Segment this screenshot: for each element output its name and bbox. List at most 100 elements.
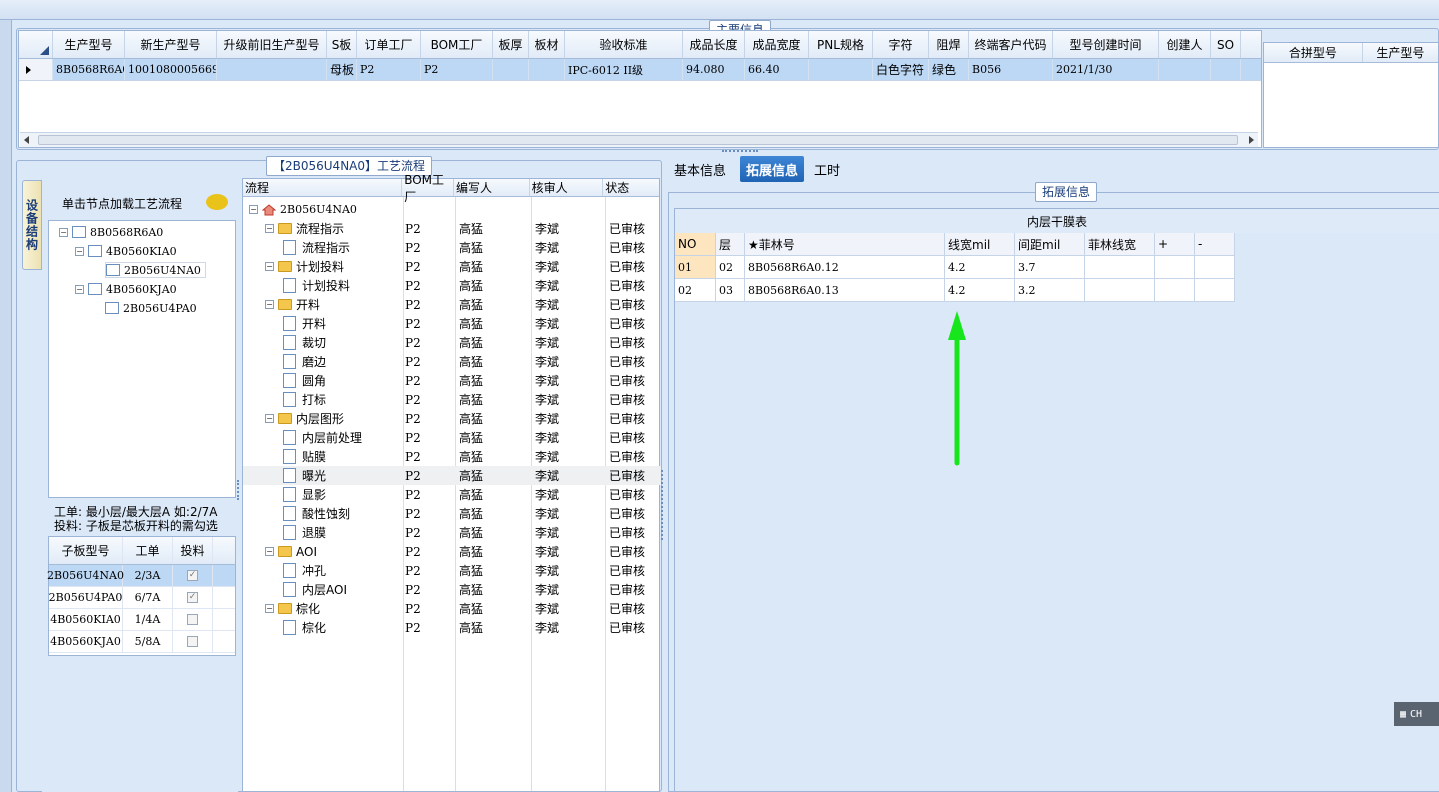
collapse-icon[interactable]: − [265, 262, 274, 271]
col-header-material[interactable]: 板材 [529, 31, 565, 58]
cell-prod-model[interactable]: 8B0568R6A0 [53, 59, 125, 80]
col-header-status[interactable]: 状态 [603, 179, 659, 196]
col-header-line-width[interactable]: 线宽mil [945, 233, 1015, 256]
col-header-thickness[interactable]: 板厚 [493, 31, 529, 58]
cell-line-width[interactable]: 4.2 [945, 279, 1015, 302]
remove-row-button[interactable]: - [1195, 233, 1235, 256]
grid-corner[interactable] [19, 31, 53, 58]
cell-layer[interactable]: 02 [716, 256, 745, 279]
table-row[interactable]: 02 03 8B0568R6A0.13 4.2 3.2 [675, 279, 1235, 302]
table-row[interactable]: 2B056U4NA0 2/3A ✓ [47, 565, 235, 587]
table-row[interactable]: 2B056U4PA0 6/7A ✓ [49, 587, 235, 609]
col-header-layer[interactable]: 层 [716, 233, 745, 256]
col-header-flow[interactable]: 流程 [243, 179, 403, 196]
cell-thickness[interactable] [493, 59, 529, 80]
col-header-order-factory[interactable]: 订单工厂 [357, 31, 421, 58]
cell-no[interactable]: 01 [675, 256, 716, 279]
col-header-sub-model[interactable]: 子板型号 [49, 537, 123, 564]
collapse-icon[interactable]: − [265, 224, 274, 233]
col-header-film-line-width[interactable]: 菲林线宽 [1085, 233, 1155, 256]
collapse-icon[interactable]: − [265, 414, 274, 423]
cell-old-prod-model[interactable] [217, 59, 327, 80]
tree-node-root[interactable]: −8B0568R6A0 [59, 224, 163, 240]
process-step-row[interactable]: 贴膜 P2 高猛 李斌 已审核 [243, 447, 661, 466]
col-header-bom-factory[interactable]: BOM工厂 [421, 31, 493, 58]
process-step-row[interactable]: 退膜 P2 高猛 李斌 已审核 [243, 523, 661, 542]
middle-splitter[interactable] [661, 470, 665, 540]
col-header-new-prod-model[interactable]: 新生产型号 [125, 31, 217, 58]
cell-customer-code[interactable]: B056 [969, 59, 1053, 80]
process-step-row[interactable]: 裁切 P2 高猛 李斌 已审核 [243, 333, 661, 352]
feed-checkbox[interactable]: ✓ [187, 592, 198, 603]
scroll-thumb[interactable] [38, 135, 1238, 145]
process-step-row[interactable]: 流程指示 P2 高猛 李斌 已审核 [243, 238, 661, 257]
cell-line-width[interactable]: 4.2 [945, 256, 1015, 279]
table-row[interactable]: 4B0560KJA0 5/8A [49, 631, 235, 653]
col-header-work-order[interactable]: 工单 [123, 537, 173, 564]
scroll-left-icon[interactable] [24, 136, 29, 144]
left-splitter[interactable] [237, 480, 241, 500]
table-row[interactable]: 4B0560KIA0 1/4A [49, 609, 235, 631]
process-step-row[interactable]: 酸性蚀刻 P2 高猛 李斌 已审核 [243, 504, 661, 523]
col-header-create-time[interactable]: 型号创建时间 [1053, 31, 1159, 58]
process-step-row[interactable]: 磨边 P2 高猛 李斌 已审核 [243, 352, 661, 371]
table-row[interactable]: 01 02 8B0568R6A0.12 4.2 3.7 [675, 256, 1235, 279]
cell-acceptance-std[interactable]: IPC-6012 II级 [565, 59, 683, 80]
col-header-no[interactable]: NO [675, 233, 716, 256]
process-step-row[interactable]: 内层AOI P2 高猛 李斌 已审核 [243, 580, 661, 599]
col-header-old-prod-model[interactable]: 升级前旧生产型号 [217, 31, 327, 58]
col-header-width[interactable]: 成品宽度 [745, 31, 809, 58]
top-splitter[interactable] [722, 150, 758, 154]
col-header-bom-factory[interactable]: BOM工厂 [402, 173, 454, 204]
cell-s-board[interactable]: 母板 [327, 59, 357, 80]
cell-film-no[interactable]: 8B0568R6A0.12 [745, 256, 945, 279]
cell-plus[interactable] [1155, 279, 1195, 302]
cell-layer[interactable]: 03 [716, 279, 745, 302]
process-group-row[interactable]: − 计划投料 P2 高猛 李斌 已审核 [243, 257, 661, 276]
col-header-film-no[interactable]: ★菲林号 [745, 233, 945, 256]
col-header-silkscreen[interactable]: 字符 [873, 31, 929, 58]
col-header-writer[interactable]: 编写人 [454, 179, 530, 196]
tree-node[interactable]: 2B056U4PA0 [105, 300, 197, 316]
cell-spacing[interactable]: 3.7 [1015, 256, 1085, 279]
tree-node-selected[interactable]: 2B056U4NA0 [105, 262, 206, 278]
col-header-acceptance-std[interactable]: 验收标准 [565, 31, 683, 58]
col-header-spacing[interactable]: 间距mil [1015, 233, 1085, 256]
col-header-pnl-spec[interactable]: PNL规格 [809, 31, 873, 58]
process-root-row[interactable]: − 2B056U4NA0 [243, 200, 661, 219]
process-group-row[interactable]: − 棕化 P2 高猛 李斌 已审核 [243, 599, 661, 618]
process-group-row[interactable]: − 开料 P2 高猛 李斌 已审核 [243, 295, 661, 314]
cell-material[interactable] [529, 59, 565, 80]
process-step-row[interactable]: 内层前处理 P2 高猛 李斌 已审核 [243, 428, 661, 447]
structure-tab[interactable]: 设备结构 [22, 180, 42, 270]
cell-minus[interactable] [1195, 279, 1235, 302]
process-step-row[interactable]: 打标 P2 高猛 李斌 已审核 [243, 390, 661, 409]
tree-node[interactable]: −4B0560KJA0 [75, 281, 177, 297]
cell-length[interactable]: 94.080 [683, 59, 745, 80]
feed-checkbox[interactable] [187, 636, 198, 647]
feed-checkbox[interactable]: ✓ [187, 570, 198, 581]
col-header-merge-model[interactable]: 合拼型号 [1264, 43, 1363, 62]
col-header-length[interactable]: 成品长度 [683, 31, 745, 58]
process-step-row[interactable]: 计划投料 P2 高猛 李斌 已审核 [243, 276, 661, 295]
cell-film-line-width[interactable] [1085, 279, 1155, 302]
horizontal-scrollbar[interactable] [20, 132, 1258, 147]
tree-node[interactable]: −4B0560KIA0 [75, 243, 177, 259]
scroll-right-icon[interactable] [1249, 136, 1254, 144]
cell-no[interactable]: 02 [675, 279, 716, 302]
tab-work-hours[interactable]: 工时 [808, 156, 846, 182]
process-step-row[interactable]: 曝光 P2 高猛 李斌 已审核 [243, 466, 661, 485]
cell-order-factory[interactable]: P2 [357, 59, 421, 80]
feed-checkbox[interactable] [187, 614, 198, 625]
cell-spacing[interactable]: 3.2 [1015, 279, 1085, 302]
cell-so[interactable] [1211, 59, 1241, 80]
cell-new-prod-model[interactable]: 10010800056694 [125, 59, 217, 80]
cell-film-no[interactable]: 8B0568R6A0.13 [745, 279, 945, 302]
col-header-soldermask[interactable]: 阻焊 [929, 31, 969, 58]
process-group-row[interactable]: − 流程指示 P2 高猛 李斌 已审核 [243, 219, 661, 238]
process-step-row[interactable]: 棕化 P2 高猛 李斌 已审核 [243, 618, 661, 637]
cell-soldermask[interactable]: 绿色 [929, 59, 969, 80]
collapse-icon[interactable]: − [265, 604, 274, 613]
process-step-row[interactable]: 冲孔 P2 高猛 李斌 已审核 [243, 561, 661, 580]
add-row-button[interactable]: + [1155, 233, 1195, 256]
